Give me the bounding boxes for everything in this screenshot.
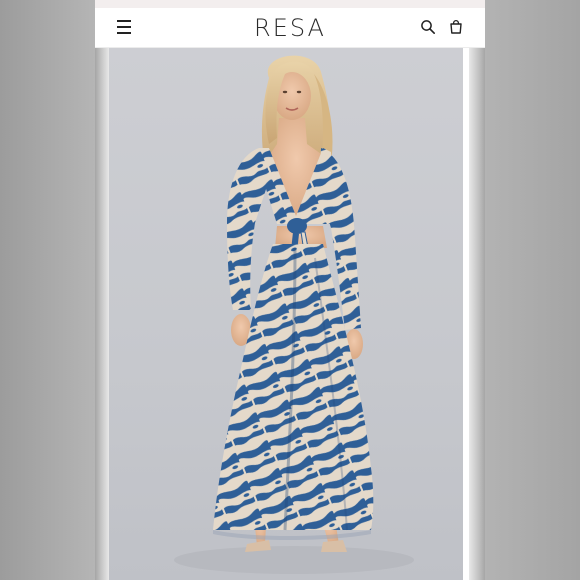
image-gutter-left [95, 48, 109, 580]
search-icon[interactable] [420, 19, 436, 35]
shopping-bag-icon[interactable] [448, 19, 464, 35]
image-gutter-right [469, 48, 485, 580]
phone-screen: RESA [95, 0, 485, 580]
site-header: RESA [95, 8, 485, 48]
backdrop-left [0, 0, 95, 580]
product-media [95, 48, 485, 580]
backdrop-right [485, 0, 580, 580]
announcement-bar [95, 0, 485, 8]
product-photo[interactable] [109, 48, 463, 580]
